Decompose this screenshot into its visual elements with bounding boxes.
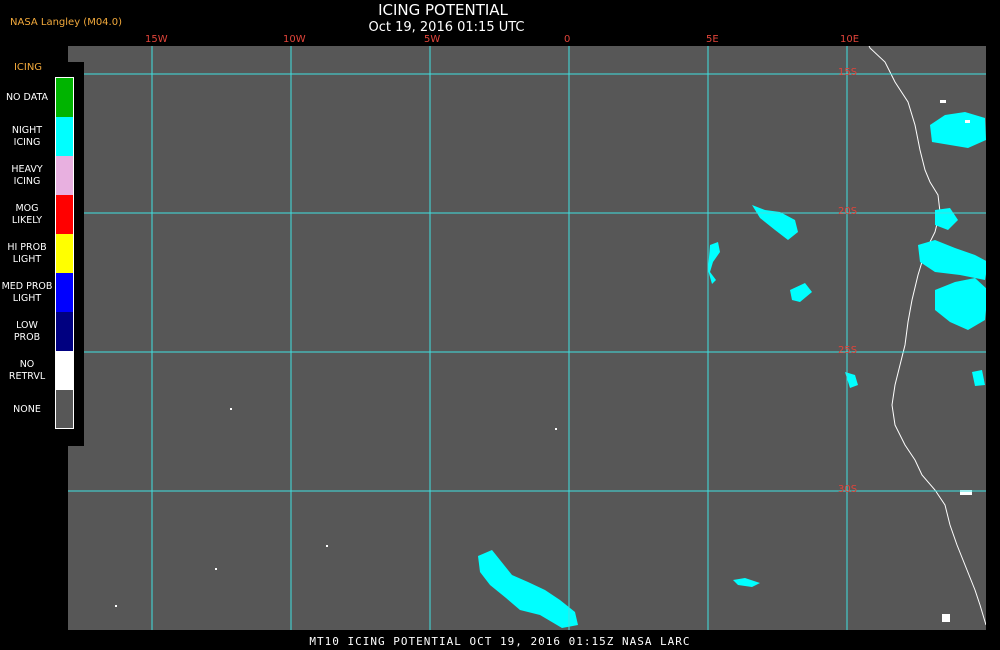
legend-label: HI PROB LIGHT: [7, 241, 47, 265]
legend-label: HEAVY ICING: [11, 163, 43, 187]
map-field: [68, 46, 986, 630]
lat-label: 20S: [838, 206, 858, 217]
legend-swatch: [56, 156, 74, 195]
lat-label: 30S: [838, 484, 858, 495]
legend-entry-low-prob: LOW PROB: [0, 312, 84, 351]
legend-entry-hi-prob-light: HI PROB LIGHT: [0, 234, 84, 273]
legend-entry-med-prob-light: MED PROB LIGHT: [0, 273, 84, 312]
legend-label: NONE: [13, 403, 41, 415]
legend-label: LOW PROB: [13, 319, 41, 343]
lon-label: 5E: [706, 34, 719, 45]
legend-swatch: [56, 234, 74, 273]
lon-label: 0: [564, 34, 571, 45]
legend-label: MED PROB LIGHT: [1, 280, 53, 304]
legend-swatch: [56, 273, 74, 312]
footer-caption: MT10 ICING POTENTIAL OCT 19, 2016 01:15Z…: [309, 635, 691, 648]
legend-entry-heavy-icing: HEAVY ICING: [0, 156, 84, 195]
legend-swatch: [56, 117, 74, 156]
legend-entry-night-icing: NIGHT ICING: [0, 117, 84, 156]
legend-title: ICING: [13, 62, 43, 73]
legend-label: NO DATA: [5, 91, 49, 103]
legend-entry-none: NONE: [0, 390, 84, 429]
legend-entry-mog-likely: MOG LIKELY: [0, 195, 84, 234]
lon-label: 5W: [424, 34, 441, 45]
legend-label: NO RETRVL: [8, 358, 46, 382]
legend-swatch: [56, 312, 74, 351]
lon-label: 10W: [283, 34, 306, 45]
legend-swatch: [56, 78, 74, 117]
lat-label: 15S: [838, 67, 858, 78]
legend-entry-no-data: NO DATA: [0, 78, 84, 117]
legend-label: NIGHT ICING: [11, 124, 43, 148]
legend-swatch: [56, 390, 74, 429]
lon-label: 10E: [840, 34, 860, 45]
icing-map: [68, 46, 986, 630]
page-title: ICING POTENTIAL: [378, 1, 508, 19]
legend-label: MOG LIKELY: [11, 202, 43, 226]
legend-swatch: [56, 351, 74, 390]
legend-entry-no-retrieval: NO RETRVL: [0, 351, 84, 390]
legend-swatch: [56, 195, 74, 234]
lon-label: 15W: [145, 34, 168, 45]
lat-label: 25S: [838, 345, 858, 356]
timestamp-subtitle: Oct 19, 2016 01:15 UTC: [368, 20, 525, 35]
